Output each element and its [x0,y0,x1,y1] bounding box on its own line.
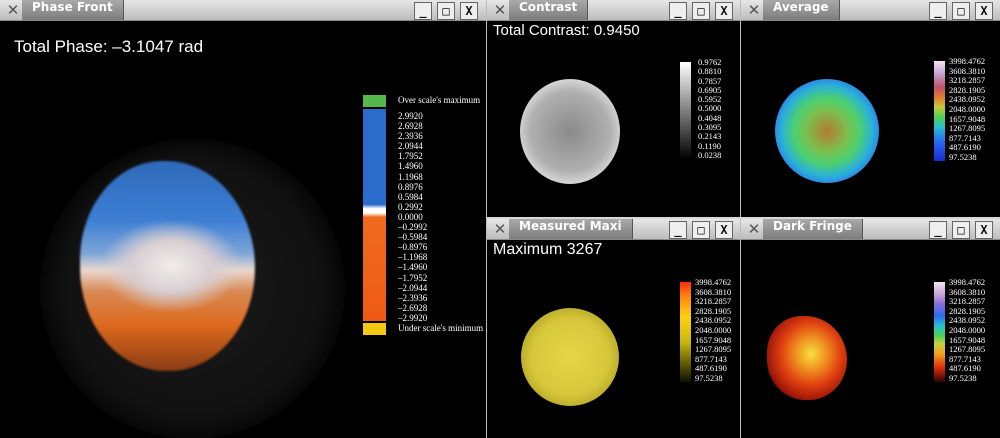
x-app-icon[interactable]: ✕ [491,219,509,239]
average-window: ✕ Average _ □ X 3998.4762 3608.3810 3218… [741,0,1000,217]
dark-fringe-window: ✕ Dark Fringe _ □ X 3998.4762 3608.3810 … [741,219,1000,438]
under-scale-swatch [363,323,386,335]
measured-maximum-image [521,308,619,406]
dark-fringe-scale-ticks: 3998.4762 3608.3810 3218.2857 2828.1905 … [949,277,985,384]
tick: 1.7952 [398,151,423,162]
close-button[interactable]: X [715,2,733,20]
tick: 2.3936 [398,131,423,142]
tick: 97.5238 [695,372,723,383]
tick: –0.2992 [398,222,428,233]
x-app-icon[interactable]: ✕ [4,0,22,20]
phase-front-window: ✕ Phase Front _ □ X Total Phase: –3.1047… [0,0,487,438]
contrast-scale-ticks: 0.9762 0.8810 0.7857 0.6905 0.5952 0.500… [698,57,722,160]
close-button[interactable]: X [975,2,993,20]
contrast-colorbar [680,62,691,159]
tick: 0.8976 [398,181,423,192]
tick: –1.7952 [398,272,428,283]
maximize-button[interactable]: □ [952,221,970,239]
measured-maximum-scale-ticks: 3998.4762 3608.3810 3218.2857 2828.1905 … [695,277,731,384]
phase-front-titlebar[interactable]: ✕ Phase Front _ □ X [0,0,486,21]
dark-fringe-image [767,316,847,400]
tick: –2.6928 [398,302,428,313]
maximum-readout: Maximum 3267 [493,241,603,258]
x-app-icon[interactable]: ✕ [745,0,763,20]
tick: 2.0944 [398,141,423,152]
dark-fringe-view: 3998.4762 3608.3810 3218.2857 2828.1905 … [741,240,1000,438]
contrast-image [520,79,620,184]
x-app-icon[interactable]: ✕ [491,0,509,20]
window-title: Measured Maxi [509,219,633,239]
tick: –2.3936 [398,292,428,303]
average-image [775,79,879,183]
tick: 0.2992 [398,201,423,212]
tick: 2.9920 [398,111,423,121]
measured-maximum-window: ✕ Measured Maxi _ □ X Maximum 3267 3998.… [487,219,741,438]
tick: 97.5238 [949,372,977,383]
tick: –1.4960 [398,262,428,273]
window-title: Dark Fringe [763,219,863,239]
maximize-button[interactable]: □ [437,2,455,20]
close-button[interactable]: X [975,221,993,239]
average-colorbar [934,61,945,161]
over-scale-swatch [363,95,386,107]
total-phase-readout: Total Phase: –3.1047 rad [14,37,204,56]
phase-colorbar [363,109,386,321]
maximize-button[interactable]: □ [692,2,710,20]
dark-fringe-titlebar[interactable]: ✕ Dark Fringe _ □ X [741,219,1000,240]
tick: –1.1968 [398,252,428,263]
minimize-button[interactable]: _ [414,2,432,20]
tick: 0.0000 [398,211,423,222]
dark-fringe-colorbar [934,282,945,382]
average-titlebar[interactable]: ✕ Average _ □ X [741,0,1000,21]
average-scale-ticks: 3998.4762 3608.3810 3218.2857 2828.1905 … [949,56,985,163]
measured-maximum-view: Maximum 3267 3998.4762 3608.3810 3218.28… [487,240,740,438]
phase-scale-ticks: 2.9920 2.6928 2.3936 2.0944 1.7952 1.496… [398,111,427,323]
measured-maximum-titlebar[interactable]: ✕ Measured Maxi _ □ X [487,219,740,240]
minimize-button[interactable]: _ [929,2,947,20]
under-scale-label: Under scale's minimum [398,323,484,333]
phase-map-blob [80,161,255,371]
tick: 1.4960 [398,161,423,172]
contrast-view: Total Contrast: 0.9450 0.9762 0.8810 0.7… [487,21,740,217]
tick: –0.5984 [398,232,428,243]
tick: 1.1968 [398,171,423,182]
tick: 2.6928 [398,121,423,132]
tick: 97.5238 [949,151,977,162]
contrast-titlebar[interactable]: ✕ Contrast _ □ X [487,0,740,21]
over-scale-label: Over scale's maximum [398,95,481,105]
total-contrast-readout: Total Contrast: 0.9450 [493,22,640,39]
average-view: 3998.4762 3608.3810 3218.2857 2828.1905 … [741,21,1000,217]
close-button[interactable]: X [715,221,733,239]
window-title: Phase Front [22,0,124,20]
tick: –2.9920 [398,312,428,323]
minimize-button[interactable]: _ [669,221,687,239]
close-button[interactable]: X [460,2,478,20]
maximize-button[interactable]: □ [692,221,710,239]
phase-front-view: Total Phase: –3.1047 rad Over scale's ma… [0,21,486,438]
minimize-button[interactable]: _ [669,2,687,20]
window-title: Contrast [509,0,589,20]
tick: 0.5984 [398,191,423,202]
x-app-icon[interactable]: ✕ [745,219,763,239]
contrast-window: ✕ Contrast _ □ X Total Contrast: 0.9450 … [487,0,741,217]
window-title: Average [763,0,840,20]
maximize-button[interactable]: □ [952,2,970,20]
minimize-button[interactable]: _ [929,221,947,239]
tick: 0.0238 [698,149,722,160]
tick: –2.0944 [398,282,428,293]
tick: –0.8976 [398,242,428,253]
measured-maximum-colorbar [680,282,691,382]
